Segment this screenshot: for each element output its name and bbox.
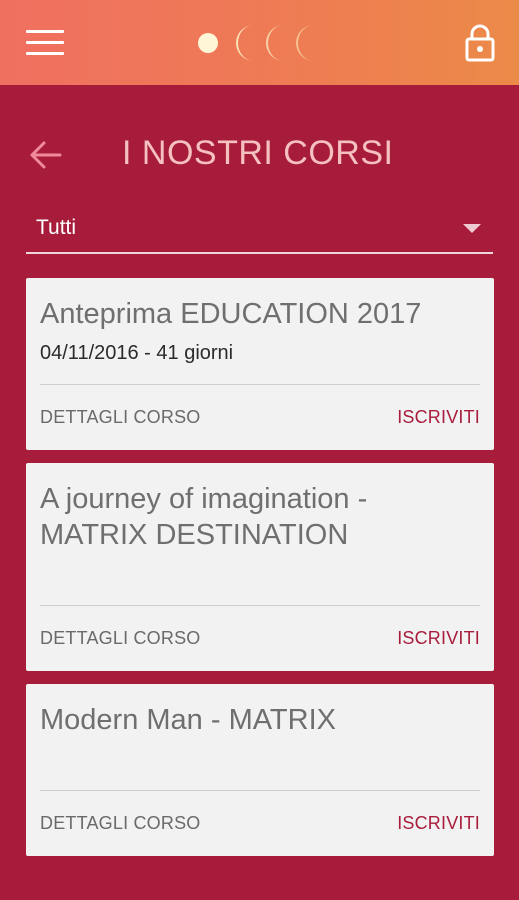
course-card: A journey of imagination - MATRIX DESTIN… [26,463,494,671]
card-divider [40,384,480,385]
lock-icon[interactable] [464,23,496,63]
card-divider [40,605,480,606]
card-divider [40,790,480,791]
course-card: Anteprima EDUCATION 2017 04/11/2016 - 41… [26,278,494,450]
course-details-button[interactable]: DETTAGLI CORSO [40,628,201,649]
menu-line [26,52,64,55]
filter-selected-value: Tutti [36,216,77,239]
page-header: I NOSTRI CORSI [0,120,519,190]
course-title: A journey of imagination - MATRIX DESTIN… [40,483,368,551]
course-title: Anteprima EDUCATION 2017 [40,298,422,330]
subscribe-button[interactable]: ISCRIVITI [397,813,480,834]
course-card: Modern Man - MATRIX DETTAGLI CORSO ISCRI… [26,684,494,856]
arrow-left-icon[interactable] [26,136,64,174]
course-details-button[interactable]: DETTAGLI CORSO [40,407,201,428]
top-app-bar [0,0,519,85]
subscribe-button[interactable]: ISCRIVITI [397,407,480,428]
page-title: I NOSTRI CORSI [122,134,394,172]
course-title: Modern Man - MATRIX [40,704,336,736]
menu-line [26,30,64,33]
moon-phases-logo [198,25,314,61]
menu-line [26,41,64,44]
course-filter-dropdown[interactable]: Tutti [26,204,493,254]
course-details-button[interactable]: DETTAGLI CORSO [40,813,201,834]
course-date: 04/11/2016 - 41 giorni [40,342,234,364]
chevron-down-icon [463,224,481,233]
subscribe-button[interactable]: ISCRIVITI [397,628,480,649]
hamburger-menu-icon[interactable] [26,30,64,56]
